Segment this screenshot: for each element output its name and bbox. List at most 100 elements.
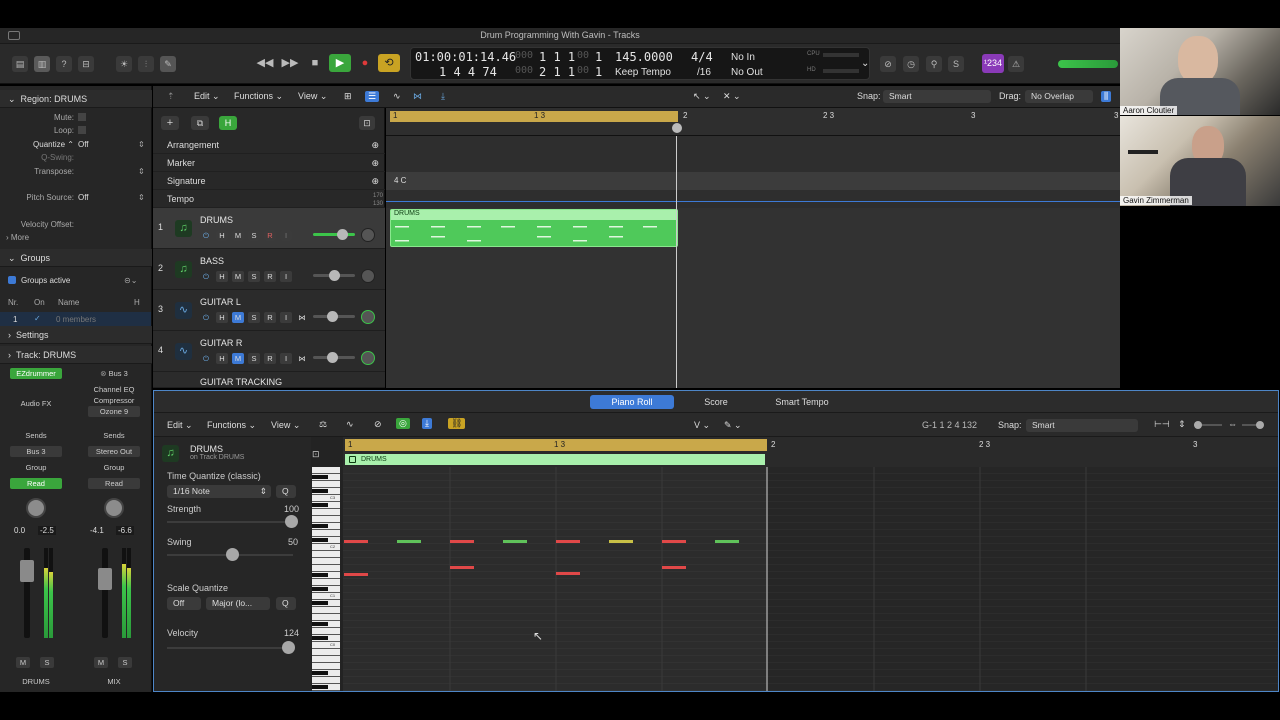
- midi-note[interactable]: [344, 573, 368, 576]
- track-name[interactable]: GUITAR L: [200, 297, 241, 307]
- automation-mode[interactable]: Read: [10, 478, 62, 489]
- scale-mode-select[interactable]: Major (lo...: [206, 597, 270, 610]
- record-enable-button[interactable]: R: [264, 230, 276, 241]
- fx-slot-1[interactable]: Channel EQ: [88, 384, 140, 395]
- tempo-line[interactable]: [386, 201, 1120, 202]
- track-pan-knob[interactable]: [361, 228, 375, 242]
- midi-note[interactable]: [450, 566, 474, 569]
- piano-keyboard[interactable]: C3 C2 C1 C0: [312, 467, 340, 691]
- lcd-display[interactable]: 01:00:01:14.46 000 1 1 1 00 1 145.0000 4…: [410, 47, 870, 80]
- instrument-slot[interactable]: EZdrummer: [10, 368, 62, 379]
- pr-functions-menu[interactable]: Functions ⌄: [207, 420, 256, 431]
- arrange-area[interactable]: 4 C DRUMS: [386, 136, 1120, 388]
- track-row-drums[interactable]: 1 ♫ DRUMS ⏻ H M S R I: [153, 208, 385, 249]
- input-monitor-button[interactable]: I: [280, 230, 292, 241]
- global-track-tempo[interactable]: Tempo 170 130: [153, 190, 385, 208]
- scale-quantize-off-select[interactable]: Off: [167, 597, 201, 610]
- power-icon[interactable]: ⏻: [200, 312, 212, 323]
- stop-button[interactable]: ■: [305, 54, 325, 72]
- vertical-zoom-slider[interactable]: [1194, 421, 1222, 429]
- solo-button[interactable]: S: [40, 657, 54, 668]
- track-name[interactable]: BASS: [200, 256, 224, 266]
- snap-select[interactable]: Smart: [883, 90, 991, 103]
- strength-slider[interactable]: [167, 515, 298, 528]
- hide-button[interactable]: H: [216, 353, 228, 364]
- fader-handle[interactable]: [20, 560, 34, 582]
- midi-note[interactable]: [397, 540, 421, 543]
- midi-note[interactable]: [715, 540, 739, 543]
- editors-icon[interactable]: ✎: [160, 56, 176, 72]
- track-row-bass[interactable]: 2 ♫ BASS ⏻ H M S R I: [153, 249, 385, 290]
- track-name[interactable]: GUITAR R: [200, 338, 242, 348]
- solo-icon[interactable]: S: [948, 56, 964, 72]
- input-monitor-button[interactable]: I: [280, 312, 292, 323]
- tab-score[interactable]: Score: [674, 395, 758, 409]
- midi-note[interactable]: [609, 540, 633, 543]
- quantize-stepper-icon[interactable]: ⇕: [138, 140, 145, 149]
- pitch-stepper-icon[interactable]: ⇕: [138, 193, 145, 202]
- library-icon[interactable]: ▤: [12, 56, 28, 72]
- midi-note[interactable]: [662, 566, 686, 569]
- record-button[interactable]: ●: [355, 54, 375, 72]
- piano-roll-ruler[interactable]: 1 1 3 2 2 3 3 DRUMS: [343, 437, 1278, 467]
- edit-menu[interactable]: Edit ⌄: [194, 91, 220, 102]
- volume-fader[interactable]: [102, 548, 108, 638]
- solo-button[interactable]: S: [248, 353, 260, 364]
- record-enable-button[interactable]: R: [264, 271, 276, 282]
- mixer-icon[interactable]: ⫶: [138, 56, 154, 72]
- global-track-signature[interactable]: Signature ⊕: [153, 172, 385, 190]
- fit-icon[interactable]: ⊢⊣: [1154, 419, 1170, 430]
- midi-region-drums[interactable]: DRUMS: [390, 209, 678, 247]
- mute-button[interactable]: M: [16, 657, 30, 668]
- group-on-checkbox[interactable]: ✓: [34, 314, 41, 323]
- pr-region-icon[interactable]: ⊡: [312, 449, 320, 460]
- quantize-q-button[interactable]: Q: [276, 485, 296, 498]
- playhead-handle[interactable]: [672, 123, 682, 133]
- hide-button[interactable]: H: [216, 271, 228, 282]
- automation-mode[interactable]: Read: [88, 478, 140, 489]
- input-monitor-button[interactable]: I: [280, 353, 292, 364]
- list-view-icon[interactable]: ☰: [365, 91, 380, 102]
- transpose-stepper-icon[interactable]: ⇕: [138, 167, 145, 176]
- pr-view-menu[interactable]: View ⌄: [271, 420, 300, 431]
- track-pan-knob[interactable]: [361, 310, 375, 324]
- solo-button[interactable]: S: [248, 312, 260, 323]
- track-row-guitar-r[interactable]: 4 ∿ GUITAR R ⏻ H M S R I ⋈: [153, 331, 385, 372]
- region-loop-icon[interactable]: [349, 456, 356, 463]
- waveform-zoom-icon[interactable]: ⫼: [1101, 91, 1112, 102]
- power-icon[interactable]: ⏻: [200, 353, 212, 364]
- automation-icon[interactable]: ∿: [346, 419, 354, 430]
- midi-note[interactable]: [556, 540, 580, 543]
- pr-pencil-tool-icon[interactable]: ✎ ⌄: [724, 420, 742, 431]
- track-row-guitar-tracking[interactable]: GUITAR TRACKING: [153, 372, 385, 388]
- duplicate-track-icon[interactable]: ⧉: [191, 116, 209, 130]
- input-slot[interactable]: ⊗ Bus 3: [88, 368, 140, 379]
- track-volume-slider[interactable]: [313, 229, 355, 240]
- scale-q-button[interactable]: Q: [276, 597, 296, 610]
- pan-knob[interactable]: [26, 498, 46, 518]
- link-icon[interactable]: ◎: [396, 418, 410, 429]
- pr-pointer-tool-icon[interactable]: V ⌄: [694, 420, 710, 431]
- grid-view-icon[interactable]: ⊞: [344, 91, 352, 102]
- global-track-marker[interactable]: Marker ⊕: [153, 154, 385, 172]
- pan-knob[interactable]: [104, 498, 124, 518]
- drag-select[interactable]: No Overlap: [1025, 90, 1093, 103]
- track-volume-slider[interactable]: [313, 352, 355, 363]
- mute-button[interactable]: M: [232, 271, 244, 282]
- add-track-icon[interactable]: +: [161, 116, 179, 130]
- more-disclosure[interactable]: › More: [6, 233, 29, 242]
- toolbar-icon[interactable]: ⊟: [78, 56, 94, 72]
- solo-button[interactable]: S: [248, 271, 260, 282]
- group-slot[interactable]: Group: [10, 462, 62, 473]
- horizontal-zoom-icon[interactable]: ⇔: [1228, 419, 1237, 429]
- midi-note[interactable]: [662, 540, 686, 543]
- tab-piano-roll[interactable]: Piano Roll: [590, 395, 674, 409]
- velocity-slider[interactable]: [167, 641, 295, 654]
- fx-slot-3[interactable]: Ozone 9: [88, 406, 140, 417]
- midi-in-icon[interactable]: ⚖: [319, 419, 327, 430]
- catch-icon[interactable]: ⤓: [422, 418, 432, 429]
- solo-button[interactable]: S: [118, 657, 132, 668]
- midi-note[interactable]: [344, 540, 368, 543]
- fader-handle[interactable]: [98, 568, 112, 590]
- hide-button[interactable]: H: [216, 312, 228, 323]
